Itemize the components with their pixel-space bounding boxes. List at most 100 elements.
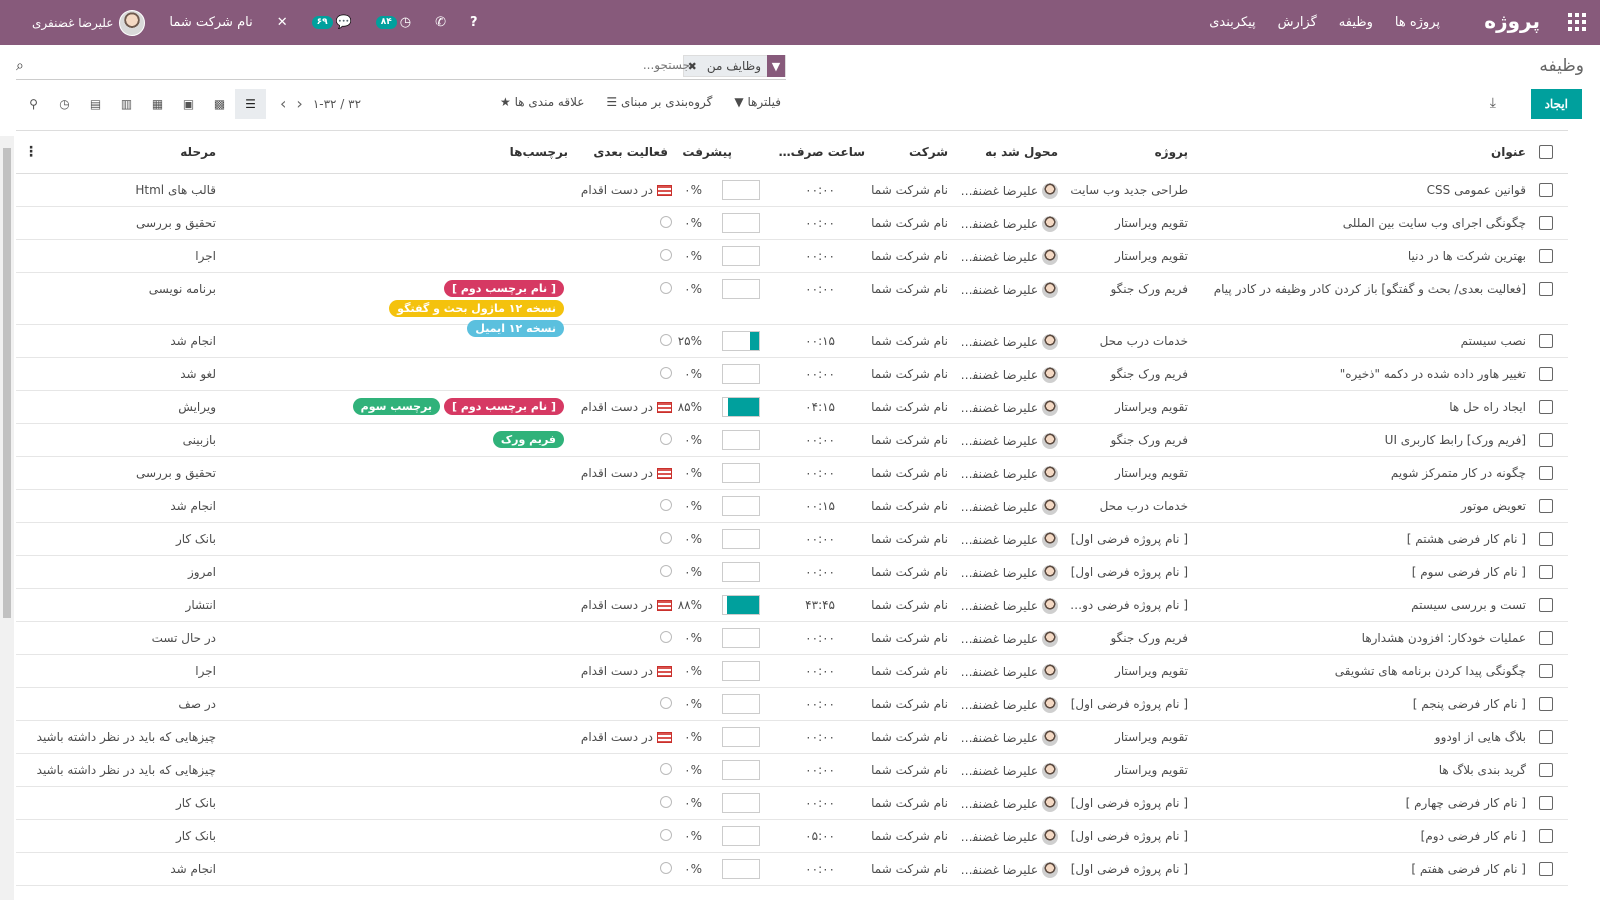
list-view-icon[interactable]: ☰ (235, 89, 266, 119)
row-checkbox[interactable] (1539, 400, 1553, 414)
table-row[interactable]: قوانین عمومی CSS طراحی جدید وب سایت علیرضا… (16, 174, 1568, 207)
search-icon[interactable]: ⌕ (16, 58, 24, 74)
task-activity[interactable] (562, 216, 672, 228)
table-row[interactable]: گرید بندی بلاگ ها تقویم ویراستار علیرضا غض… (16, 754, 1568, 787)
row-checkbox[interactable] (1539, 598, 1553, 612)
table-row[interactable]: [ نام کار فرضی پنجم ] [ نام پروژه فرضی او… (16, 688, 1568, 721)
column-header-assigned[interactable]: محول شد به (958, 145, 1058, 159)
task-activity[interactable] (562, 282, 672, 294)
graph-view-icon[interactable]: ▥ (111, 89, 142, 119)
task-activity[interactable]: در دست اقدام (562, 598, 672, 612)
row-checkbox[interactable] (1539, 664, 1553, 678)
filters-dropdown[interactable]: ▼ فیلترها (734, 95, 781, 109)
column-header-activity[interactable]: فعالیت بعدی (588, 145, 668, 159)
row-checkbox[interactable] (1539, 216, 1553, 230)
select-all-checkbox[interactable] (1539, 145, 1553, 159)
search-input[interactable] (570, 58, 690, 72)
task-activity[interactable] (562, 499, 672, 511)
pager-previous-icon[interactable]: ‹ (280, 94, 286, 113)
row-checkbox[interactable] (1539, 466, 1553, 480)
task-activity[interactable] (562, 697, 672, 709)
menu-item-tasks[interactable]: وظیفه (1339, 15, 1373, 30)
row-checkbox[interactable] (1539, 763, 1553, 777)
row-checkbox[interactable] (1539, 631, 1553, 645)
column-header-project[interactable]: پروژه (1068, 145, 1188, 159)
app-brand[interactable]: پروژه (1484, 9, 1540, 33)
apps-menu-icon[interactable] (1568, 13, 1586, 31)
task-activity[interactable] (562, 862, 672, 874)
favorites-dropdown[interactable]: ★ علاقه مندی ها (500, 95, 584, 109)
row-checkbox[interactable] (1539, 697, 1553, 711)
task-activity[interactable] (562, 433, 672, 445)
task-activity[interactable] (562, 334, 672, 346)
company-switcher[interactable]: نام شرکت شما (157, 0, 264, 45)
row-checkbox[interactable] (1539, 249, 1553, 263)
table-row[interactable]: نصب سیستم خدمات درب محل علیرضا غضنفری نام ش… (16, 325, 1568, 358)
row-checkbox[interactable] (1539, 433, 1553, 447)
download-icon[interactable]: ⤓ (1490, 95, 1496, 111)
table-row[interactable]: چگونه در کار متمرکز شویم تقویم ویراستار عل… (16, 457, 1568, 490)
pivot-view-icon[interactable]: ▦ (142, 89, 173, 119)
help-icon[interactable]: ? (458, 0, 490, 45)
table-row[interactable]: [ نام کار فرضی سوم ] [ نام پروژه فرضی اول… (16, 556, 1568, 589)
kanban-view-icon[interactable]: ▩ (204, 89, 235, 119)
user-menu[interactable]: علیرضا غضنفری (14, 0, 157, 45)
table-row[interactable]: چگونگی اجرای وب سایت بین المللی تقویم ویر… (16, 207, 1568, 240)
optional-columns-icon[interactable]: ⋮ (24, 144, 38, 160)
table-row[interactable]: [ نام کار فرضی چهارم ] [ نام پروژه فرضی ا… (16, 787, 1568, 820)
table-row[interactable]: ایجاد راه حل ها تقویم ویراستار علیرضا غضنف… (16, 391, 1568, 424)
table-row[interactable]: تغییر هاور داده شده در دکمه "ذخیره" فریم … (16, 358, 1568, 391)
row-checkbox[interactable] (1539, 730, 1553, 744)
table-row[interactable]: [فعالیت بعدی/ بحث و گفتگو] باز کردن کادر… (16, 273, 1568, 337)
table-row[interactable]: [ نام کار فرضی هشتم ] [ نام پروژه فرضی او… (16, 523, 1568, 556)
phone-icon[interactable]: ✆ (423, 0, 458, 45)
scrollbar[interactable] (0, 136, 14, 900)
task-activity[interactable] (562, 631, 672, 643)
table-row[interactable]: [ نام کار فرضی دوم] [ نام پروژه فرضی اول]… (16, 820, 1568, 853)
activity-menu[interactable]: ۸۴ ◷ (364, 0, 423, 45)
row-checkbox[interactable] (1539, 829, 1553, 843)
column-header-progress[interactable]: پیشرفت (672, 145, 732, 159)
task-activity[interactable] (562, 763, 672, 775)
row-checkbox[interactable] (1539, 499, 1553, 513)
row-checkbox[interactable] (1539, 565, 1553, 579)
task-activity[interactable] (562, 796, 672, 808)
task-activity[interactable] (562, 367, 672, 379)
calendar-view-icon[interactable]: ▣ (173, 89, 204, 119)
column-header-stage[interactable]: مرحله (16, 145, 216, 159)
gantt-view-icon[interactable]: ▤ (80, 89, 111, 119)
column-header-tags[interactable]: برچسب‌ها (488, 145, 568, 159)
messages-menu[interactable]: ۶۹ 💬 (300, 0, 364, 45)
row-checkbox[interactable] (1539, 282, 1553, 296)
table-row[interactable]: بلاگ هایی از اودوو تقویم ویراستار علیرضا غ… (16, 721, 1568, 754)
row-checkbox[interactable] (1539, 183, 1553, 197)
row-checkbox[interactable] (1539, 532, 1553, 546)
column-header-name[interactable]: عنوان (1196, 145, 1526, 159)
task-activity[interactable]: در دست اقدام (562, 466, 672, 480)
debug-tools-icon[interactable]: ✕ (265, 0, 300, 45)
task-activity[interactable] (562, 532, 672, 544)
task-activity[interactable] (562, 829, 672, 841)
table-row[interactable]: [فریم ورک] رابط کاربری UI فریم ورک جنگو عل… (16, 424, 1568, 457)
table-row[interactable]: تعویض موتور خدمات درب محل علیرضا غضنفری نام… (16, 490, 1568, 523)
task-activity[interactable]: در دست اقدام (562, 730, 672, 744)
menu-item-projects[interactable]: پروژه ها (1395, 15, 1440, 30)
activity-view-icon[interactable]: ◷ (49, 89, 80, 119)
table-row[interactable]: چگونگی پیدا کردن برنامه های تشویقی تقویم … (16, 655, 1568, 688)
row-checkbox[interactable] (1539, 796, 1553, 810)
table-row[interactable]: تست و بررسی سیستم [ نام پروژه فرضی دوم ] ع… (16, 589, 1568, 622)
table-row[interactable]: عملیات خودکار: افزودن هشدارها فریم ورک جن… (16, 622, 1568, 655)
menu-item-reporting[interactable]: گزارش (1278, 15, 1317, 30)
pager-value[interactable]: ۱-۳۲ / ۳۲ (313, 97, 361, 111)
create-button[interactable]: ایجاد (1530, 89, 1582, 119)
column-header-company[interactable]: شرکت (868, 145, 948, 159)
pager-next-icon[interactable]: › (296, 94, 302, 113)
map-view-icon[interactable]: ⚲ (18, 89, 49, 119)
menu-item-configuration[interactable]: پیکربندی (1209, 15, 1255, 30)
row-checkbox[interactable] (1539, 334, 1553, 348)
task-activity[interactable] (562, 565, 672, 577)
task-activity[interactable]: در دست اقدام (562, 664, 672, 678)
column-header-hours[interactable]: ساعت صرف شده (775, 145, 865, 159)
table-row[interactable]: بهترین شرکت ها در دنیا تقویم ویراستار علیر… (16, 240, 1568, 273)
task-activity[interactable]: در دست اقدام (562, 400, 672, 414)
